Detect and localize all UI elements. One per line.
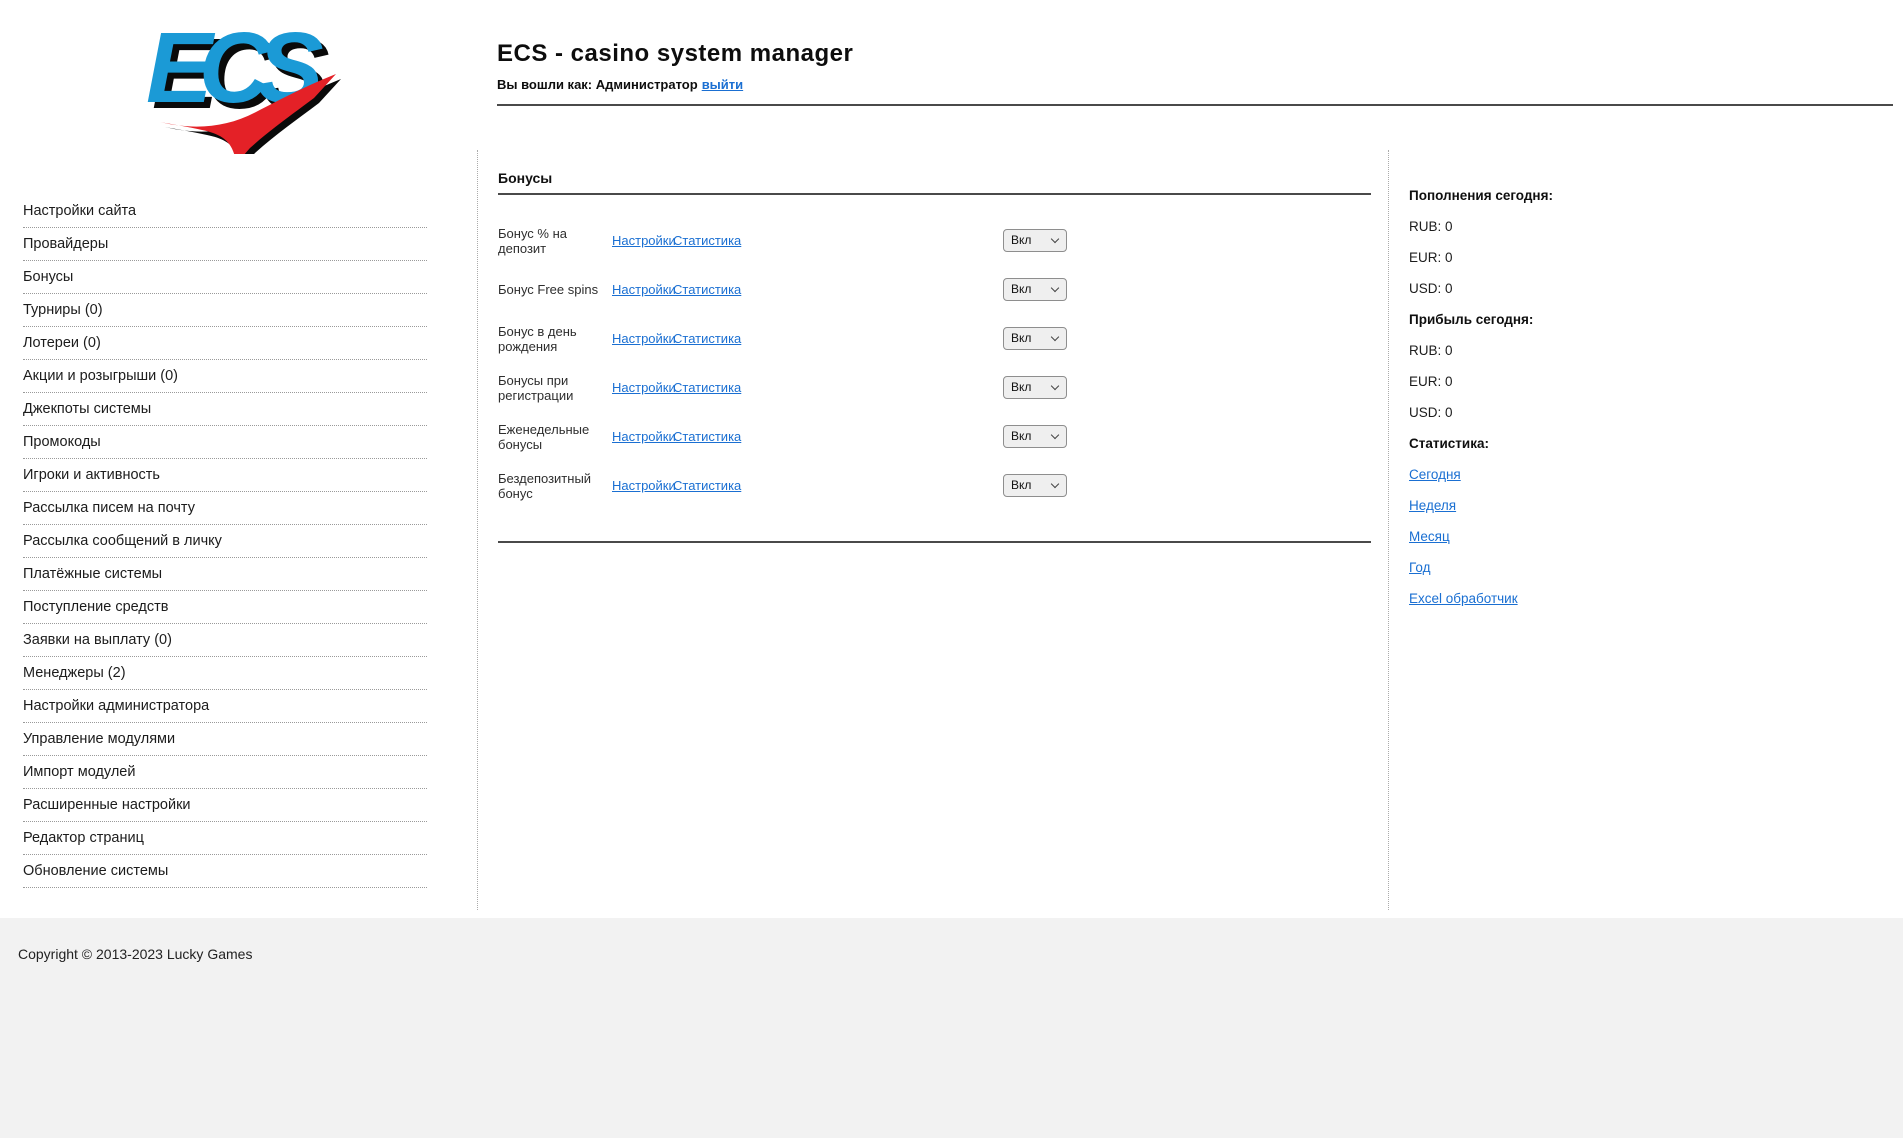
- stats-period-link[interactable]: Excel обработчик: [1409, 591, 1518, 606]
- header-divider: [497, 104, 1893, 106]
- stats-period-link[interactable]: Сегодня: [1409, 467, 1461, 482]
- statistics-title: Статистика:: [1409, 428, 1903, 459]
- profit-values: RUB: 0 EUR: 0 USD: 0: [1409, 335, 1903, 428]
- bonus-name-label: Еженедельные бонусы: [498, 422, 612, 452]
- statistics-link[interactable]: Статистика: [673, 331, 741, 346]
- bonus-row: Бонус в день рождения Настройки Статисти…: [498, 314, 1371, 363]
- logout-link[interactable]: выйти: [702, 77, 743, 92]
- settings-link[interactable]: Настройки: [612, 331, 676, 346]
- panel-bottom-divider: [498, 541, 1371, 543]
- stats-period-link[interactable]: Неделя: [1409, 498, 1456, 513]
- sidebar-item[interactable]: Менеджеры (2): [23, 657, 427, 690]
- sidebar-item[interactable]: Игроки и активность: [23, 459, 427, 492]
- sidebar-item[interactable]: Настройки сайта: [23, 195, 427, 228]
- statistics-link[interactable]: Статистика: [673, 380, 741, 395]
- page-footer: Copyright © 2013-2023 Lucky Games: [0, 918, 1903, 1138]
- copyright-text: Copyright © 2013-2023 Lucky Games: [18, 946, 252, 962]
- bonus-toggle-select[interactable]: Вкл: [1003, 278, 1067, 301]
- bonus-row: Бонусы при регистрации Настройки Статист…: [498, 363, 1371, 412]
- sidebar-item[interactable]: Платёжные системы: [23, 558, 427, 591]
- statistics-links: Сегодня Неделя Месяц Год Excel обработчи…: [1409, 459, 1903, 614]
- profit-today-title: Прибыль сегодня:: [1409, 304, 1903, 335]
- settings-link[interactable]: Настройки: [612, 233, 676, 248]
- sidebar-item[interactable]: Турниры (0): [23, 294, 427, 327]
- bonus-toggle-select[interactable]: Вкл: [1003, 229, 1067, 252]
- sidebar-item[interactable]: Поступление средств: [23, 591, 427, 624]
- panel-title: Бонусы: [498, 170, 1371, 186]
- sidebar-item[interactable]: Редактор страниц: [23, 822, 427, 855]
- sidebar-item[interactable]: Расширенные настройки: [23, 789, 427, 822]
- bonus-toggle-wrap: Вкл: [1003, 376, 1067, 399]
- ecs-logo-icon: ECS ECS: [138, 12, 343, 154]
- bonus-toggle-wrap: Вкл: [1003, 229, 1067, 252]
- page-header: ECS ECS ECS - casino system manager Вы в…: [0, 0, 1903, 140]
- login-status-label: Вы вошли как: Администратор: [497, 77, 698, 92]
- stats-period-link[interactable]: Месяц: [1409, 529, 1450, 544]
- sidebar-item[interactable]: Лотереи (0): [23, 327, 427, 360]
- bonus-row: Еженедельные бонусы Настройки Статистика…: [498, 412, 1371, 461]
- sidebar-item[interactable]: Акции и розыгрыши (0): [23, 360, 427, 393]
- header-text-block: ECS - casino system manager Вы вошли как…: [497, 40, 853, 92]
- page-title: ECS - casino system manager: [497, 40, 853, 68]
- currency-value: RUB: 0: [1409, 211, 1903, 242]
- settings-link[interactable]: Настройки: [612, 429, 676, 444]
- sidebar-item[interactable]: Бонусы: [23, 261, 427, 294]
- login-status: Вы вошли как: Администратор выйти: [497, 77, 853, 92]
- deposits-today-title: Пополнения сегодня:: [1409, 180, 1903, 211]
- sidebar-menu: Настройки сайта Провайдеры Бонусы Турнир…: [23, 195, 427, 888]
- statistics-link[interactable]: Статистика: [673, 282, 741, 297]
- sidebar-item[interactable]: Провайдеры: [23, 228, 427, 261]
- currency-value: USD: 0: [1409, 273, 1903, 304]
- sidebar-item[interactable]: Промокоды: [23, 426, 427, 459]
- statistics-link[interactable]: Статистика: [673, 478, 741, 493]
- bonus-row: Бездепозитный бонус Настройки Статистика…: [498, 461, 1371, 510]
- bonus-toggle-wrap: Вкл: [1003, 474, 1067, 497]
- bonus-name-label: Бонус Free spins: [498, 282, 612, 297]
- statistics-link[interactable]: Статистика: [673, 429, 741, 444]
- bonus-name-label: Бонус % на депозит: [498, 226, 612, 256]
- bonus-toggle-wrap: Вкл: [1003, 327, 1067, 350]
- bonuses-panel: Бонусы Бонус % на депозит Настройки Стат…: [477, 150, 1389, 910]
- currency-value: USD: 0: [1409, 397, 1903, 428]
- bonus-toggle-wrap: Вкл: [1003, 425, 1067, 448]
- currency-value: EUR: 0: [1409, 366, 1903, 397]
- sidebar-nav: Настройки сайта Провайдеры Бонусы Турнир…: [0, 150, 477, 910]
- sidebar-item[interactable]: Джекпоты системы: [23, 393, 427, 426]
- panel-top-divider: [498, 193, 1371, 195]
- settings-link[interactable]: Настройки: [612, 478, 676, 493]
- bonus-toggle-select[interactable]: Вкл: [1003, 327, 1067, 350]
- bonus-list: Бонус % на депозит Настройки Статистика …: [498, 216, 1371, 510]
- sidebar-item[interactable]: Обновление системы: [23, 855, 427, 888]
- settings-link[interactable]: Настройки: [612, 380, 676, 395]
- sidebar-item[interactable]: Рассылка сообщений в личку: [23, 525, 427, 558]
- statistics-link[interactable]: Статистика: [673, 233, 741, 248]
- bonus-name-label: Бездепозитный бонус: [498, 471, 612, 501]
- bonus-toggle-select[interactable]: Вкл: [1003, 474, 1067, 497]
- sidebar-item[interactable]: Рассылка писем на почту: [23, 492, 427, 525]
- bonus-name-label: Бонусы при регистрации: [498, 373, 612, 403]
- deposits-values: RUB: 0 EUR: 0 USD: 0: [1409, 211, 1903, 304]
- bonus-toggle-select[interactable]: Вкл: [1003, 376, 1067, 399]
- sidebar-item[interactable]: Импорт модулей: [23, 756, 427, 789]
- currency-value: EUR: 0: [1409, 242, 1903, 273]
- bonus-toggle-select[interactable]: Вкл: [1003, 425, 1067, 448]
- stats-sidebar: Пополнения сегодня: RUB: 0 EUR: 0 USD: 0…: [1389, 150, 1903, 910]
- bonus-row: Бонус % на депозит Настройки Статистика …: [498, 216, 1371, 265]
- bonus-toggle-wrap: Вкл: [1003, 278, 1067, 301]
- sidebar-item[interactable]: Заявки на выплату (0): [23, 624, 427, 657]
- sidebar-item[interactable]: Настройки администратора: [23, 690, 427, 723]
- bonus-row: Бонус Free spins Настройки Статистика Вк…: [498, 265, 1371, 314]
- main-layout: Настройки сайта Провайдеры Бонусы Турнир…: [0, 150, 1903, 910]
- currency-value: RUB: 0: [1409, 335, 1903, 366]
- sidebar-item[interactable]: Управление модулями: [23, 723, 427, 756]
- stats-period-link[interactable]: Год: [1409, 560, 1431, 575]
- bonus-name-label: Бонус в день рождения: [498, 324, 612, 354]
- settings-link[interactable]: Настройки: [612, 282, 676, 297]
